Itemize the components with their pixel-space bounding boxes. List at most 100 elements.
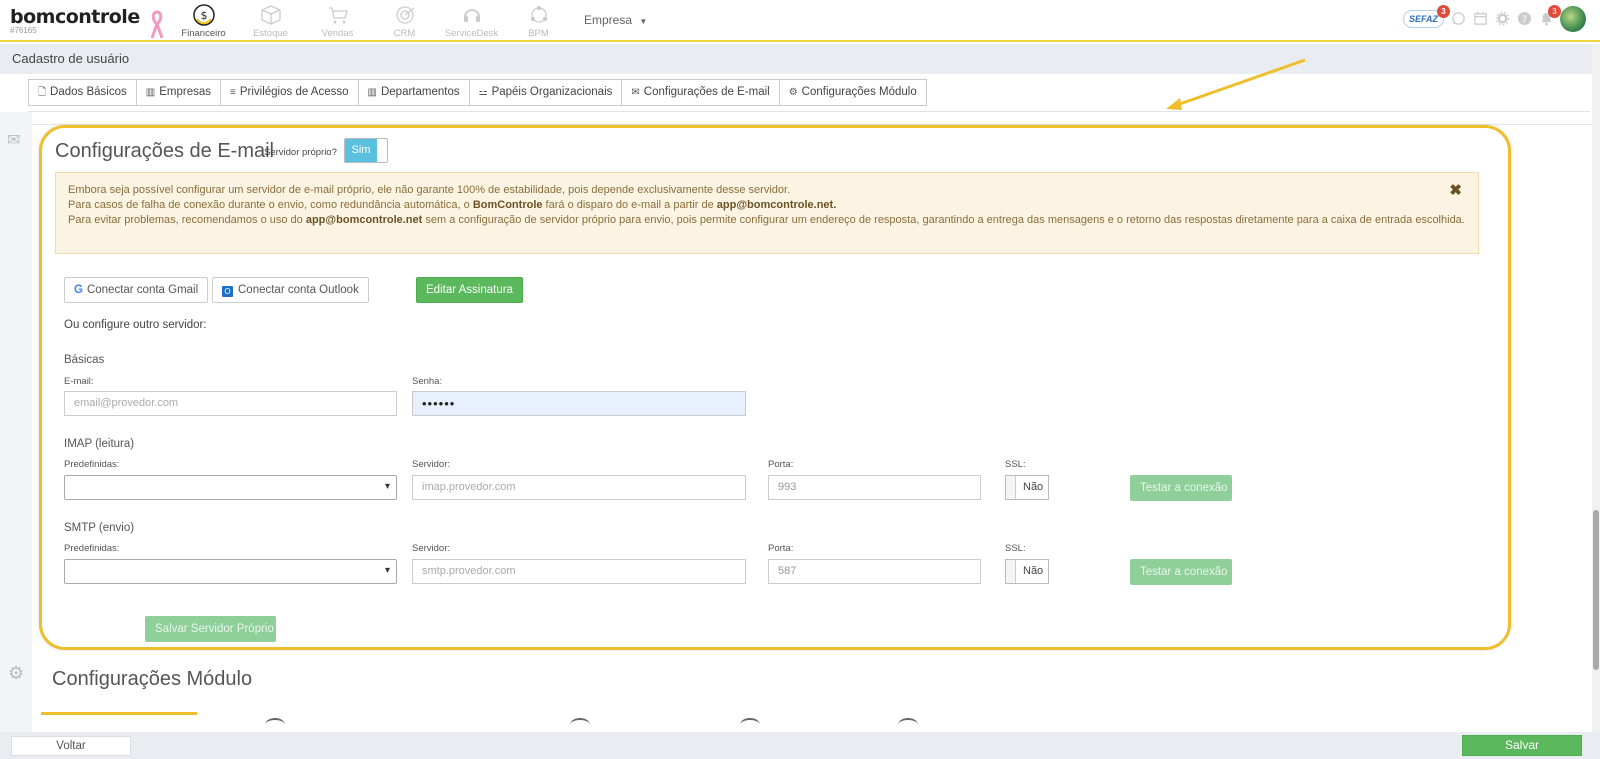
help-icon[interactable]: ?: [1516, 11, 1532, 27]
alert-text: Para evitar problemas, recomendamos o us…: [68, 214, 306, 226]
divider: [28, 111, 1590, 112]
own-server-label: Servidor próprio?: [264, 147, 337, 158]
tab-label: Configurações Módulo: [801, 86, 917, 98]
module-icon: [740, 718, 760, 732]
tab-privilegios[interactable]: ≡ Privilégios de Acesso: [221, 80, 359, 105]
google-icon: G: [74, 284, 83, 296]
module-crm[interactable]: CRM: [371, 2, 438, 39]
password-field[interactable]: ••••••: [412, 391, 746, 416]
chevron-down-icon: ▾: [384, 481, 390, 492]
scrollbar-thumb[interactable]: [1593, 510, 1599, 670]
toggle-value: Não: [1023, 481, 1044, 493]
alert-text: fará o disparo do e-mail a partir de: [542, 199, 717, 211]
imap-ssl-toggle[interactable]: Não: [1005, 475, 1049, 500]
empresa-dropdown[interactable]: Empresa ▼: [584, 13, 647, 27]
imap-preset-select[interactable]: ▾: [64, 475, 397, 500]
tab-dados-basicos[interactable]: 🗋 Dados Básicos: [29, 80, 137, 105]
bell-icon[interactable]: 3: [1538, 5, 1561, 27]
module-estoque[interactable]: Estoque: [237, 2, 304, 39]
module-label: BPM: [528, 28, 549, 39]
tab-label: Configurações de E-mail: [643, 86, 770, 98]
imap-port-label: Porta:: [768, 459, 794, 470]
connect-gmail-button[interactable]: G Conectar conta Gmail: [64, 277, 209, 303]
edit-signature-button[interactable]: Editar Assinatura: [416, 277, 523, 303]
connect-outlook-button[interactable]: O Conectar conta Outlook: [212, 277, 369, 303]
tab-departamentos[interactable]: ▥ Departamentos: [359, 80, 470, 105]
module-label: ServiceDesk: [444, 28, 499, 39]
sefaz-badge: 3: [1437, 5, 1450, 18]
module-label: Vendas: [321, 28, 354, 39]
tab-label: Departamentos: [380, 86, 460, 98]
module-vendas[interactable]: Vendas: [304, 2, 371, 39]
footer-bar: Voltar Salvar: [0, 732, 1600, 759]
alert-text: sem a configuração de servidor próprio p…: [422, 214, 1465, 226]
toggle-value: Não: [1023, 565, 1044, 577]
toggle-value: Sim: [345, 139, 377, 162]
smtp-preset-select[interactable]: ▾: [64, 559, 397, 584]
close-icon[interactable]: ✖: [1449, 183, 1462, 198]
tab-config-modulo[interactable]: ⚙ Configurações Módulo: [780, 80, 926, 105]
module-bpm[interactable]: BPM: [505, 2, 572, 39]
tab-label: Dados Básicos: [50, 86, 127, 98]
envelope-icon: ✉: [631, 87, 640, 98]
avatar[interactable]: [1560, 6, 1586, 32]
building-icon: ▥: [145, 87, 156, 98]
alert-brand: BomControle: [472, 199, 543, 211]
process-icon: [526, 2, 552, 28]
back-button[interactable]: Voltar: [11, 736, 131, 756]
building-icon: ▥: [367, 87, 377, 98]
user-tabs: 🗋 Dados Básicos ▥ Empresas ≡ Privilégios…: [28, 79, 927, 106]
imap-port-field[interactable]: 993: [768, 475, 981, 500]
module-card[interactable]: [41, 712, 197, 732]
smtp-port-field[interactable]: 587: [768, 559, 981, 584]
email-config-panel: Configurações de E-mail Servidor próprio…: [39, 125, 1511, 650]
button-label: Conectar conta Outlook: [238, 284, 359, 296]
pink-ribbon-icon: [150, 10, 164, 39]
page-title: Cadastro de usuário: [12, 51, 130, 66]
module-nav: $ Financeiro Estoque Vendas CRM ServiceD…: [170, 2, 572, 39]
email-field[interactable]: email@provedor.com: [64, 391, 397, 416]
gear-icon: ⚙: [788, 87, 798, 98]
smtp-test-button[interactable]: Testar a conexão: [1130, 559, 1232, 585]
envelope-icon: ✉: [7, 132, 21, 149]
smtp-ssl-toggle[interactable]: Não: [1005, 559, 1049, 584]
chevron-down-icon: ▾: [384, 565, 390, 576]
alert-line: Embora seja possível configurar um servi…: [68, 184, 791, 196]
imap-test-button[interactable]: Testar a conexão: [1130, 475, 1232, 501]
svg-text:$: $: [200, 9, 207, 22]
tab-label: Papéis Organizacionais: [491, 86, 613, 98]
empresa-label: Empresa: [584, 13, 633, 27]
sefaz-status[interactable]: SEFAZ 3: [1402, 5, 1450, 28]
page-title-bar: Cadastro de usuário: [0, 44, 1600, 74]
tab-empresas[interactable]: ▥ Empresas: [137, 80, 221, 105]
whatsapp-icon[interactable]: [1450, 11, 1466, 27]
own-server-toggle[interactable]: Sim: [344, 138, 388, 163]
sefaz-label: SEFAZ: [1408, 14, 1438, 24]
tab-config-email[interactable]: ✉ Configurações de E-mail: [622, 80, 780, 105]
calendar-icon[interactable]: [1472, 11, 1488, 27]
smtp-server-field[interactable]: smtp.provedor.com: [412, 559, 746, 584]
gear-icon[interactable]: [1494, 11, 1510, 27]
module-icon: [898, 718, 918, 732]
section-title: Configurações de E-mail: [55, 140, 274, 162]
button-label: Conectar conta Gmail: [86, 284, 199, 296]
imap-server-field[interactable]: imap.provedor.com: [412, 475, 746, 500]
imap-preset-label: Predefinidas:: [64, 459, 120, 470]
module-label: Financeiro: [181, 28, 226, 39]
logo-text: bomcontrole: [10, 6, 140, 28]
annotation-arrow-icon: [1166, 58, 1306, 110]
outlook-icon: O: [222, 286, 233, 297]
module-servicedesk[interactable]: ServiceDesk: [438, 2, 505, 39]
password-label: Senha:: [412, 376, 443, 387]
tab-papeis[interactable]: ⚍ Papéis Organizacionais: [470, 80, 623, 105]
alert-email: app@bomcontrole.net: [305, 214, 423, 226]
email-label: E-mail:: [64, 376, 94, 387]
smtp-section-title: SMTP (envio): [64, 522, 135, 534]
save-button[interactable]: Salvar: [1462, 735, 1582, 756]
imap-section-title: IMAP (leitura): [64, 438, 135, 450]
imap-ssl-label: SSL:: [1005, 459, 1026, 470]
module-financeiro[interactable]: $ Financeiro: [170, 2, 237, 39]
logo[interactable]: bomcontrole #76165: [10, 6, 140, 35]
save-own-server-button[interactable]: Salvar Servidor Próprio: [145, 616, 276, 642]
section-gutter: ✉: [0, 112, 32, 732]
